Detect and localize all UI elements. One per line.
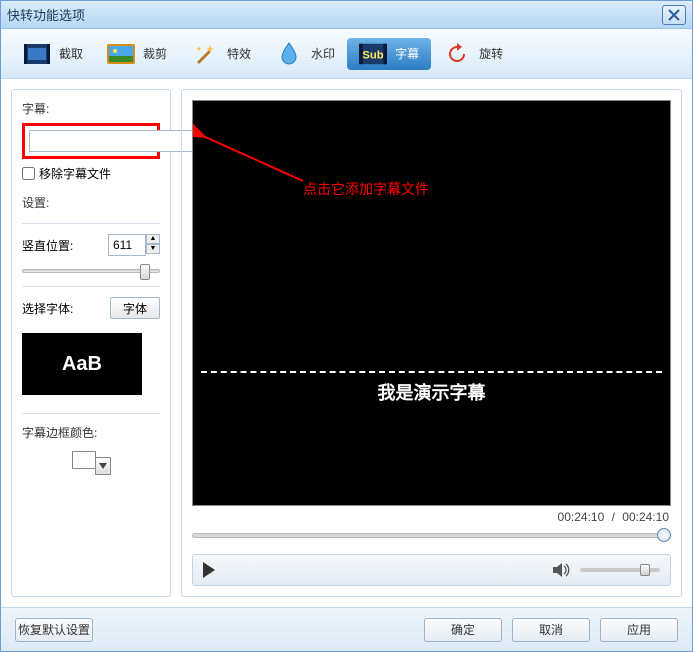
window: 快转功能选项 截取 裁剪 特效 水印 Sub 字幕 旋转: [0, 0, 693, 652]
tab-label: 特效: [227, 45, 251, 62]
film-icon: [23, 42, 51, 66]
titlebar: 快转功能选项: [1, 1, 692, 29]
progress-track: [192, 533, 671, 538]
volume-icon: [552, 562, 570, 578]
footer: 恢复默认设置 确定 取消 应用: [1, 607, 692, 651]
tab-label: 水印: [311, 45, 335, 62]
demo-subtitle: 我是演示字幕: [193, 379, 670, 405]
svg-text:Sub: Sub: [362, 49, 383, 61]
rotate-icon: [443, 42, 471, 66]
font-preview: AaB: [22, 333, 142, 395]
choose-font-label: 选择字体:: [22, 300, 73, 317]
tab-rotate[interactable]: 旋转: [431, 38, 515, 70]
time-separator: /: [612, 510, 615, 524]
volume-slider[interactable]: [580, 563, 660, 577]
vpos-slider[interactable]: [22, 262, 160, 280]
apply-button[interactable]: 应用: [600, 618, 678, 642]
left-panel: 字幕: 移除字幕文件 设置: 竖直位置:: [11, 89, 171, 597]
divider: [22, 286, 160, 287]
image-icon: [107, 42, 135, 66]
tab-label: 字幕: [395, 45, 419, 62]
divider: [22, 223, 160, 224]
border-color-dropdown[interactable]: [95, 457, 111, 475]
remove-subtitle-label: 移除字幕文件: [39, 165, 111, 182]
annotation-text: 点击它添加字幕文件: [303, 179, 429, 199]
vpos-label: 竖直位置:: [22, 237, 73, 254]
toolbar: 截取 裁剪 特效 水印 Sub 字幕 旋转: [1, 29, 692, 79]
subtitle-icon: Sub: [359, 42, 387, 66]
subtitle-label: 字幕:: [22, 100, 160, 117]
tab-label: 裁剪: [143, 45, 167, 62]
time-total: 00:24:10: [622, 510, 669, 524]
subtitle-guideline: [201, 371, 662, 373]
player-bar: [192, 554, 671, 586]
chevron-down-icon: [99, 463, 107, 469]
border-color-swatch[interactable]: [72, 451, 96, 469]
window-title: 快转功能选项: [7, 5, 662, 24]
remove-subtitle-row: 移除字幕文件: [22, 165, 160, 182]
ok-button[interactable]: 确定: [424, 618, 502, 642]
time-display: 00:24:10 / 00:24:10: [192, 506, 671, 526]
play-button[interactable]: [203, 562, 215, 578]
slider-thumb[interactable]: [140, 264, 150, 280]
cancel-button[interactable]: 取消: [512, 618, 590, 642]
subtitle-path-input[interactable]: [29, 130, 194, 152]
progress-thumb[interactable]: [657, 528, 671, 542]
restore-defaults-button[interactable]: 恢复默认设置: [15, 618, 93, 642]
vpos-down-button[interactable]: ▼: [146, 244, 160, 254]
tab-subtitle[interactable]: Sub 字幕: [347, 38, 431, 70]
close-button[interactable]: [662, 5, 686, 25]
progress-slider[interactable]: [192, 528, 671, 544]
vpos-up-button[interactable]: ▲: [146, 234, 160, 244]
settings-label: 设置:: [22, 194, 160, 211]
tab-label: 截取: [59, 45, 83, 62]
close-icon: [668, 9, 680, 21]
highlight-box: [22, 123, 160, 159]
remove-subtitle-checkbox[interactable]: [22, 167, 35, 180]
wand-icon: [191, 42, 219, 66]
video-preview: 点击它添加字幕文件 我是演示字幕: [192, 100, 671, 506]
vpos-spinner: ▲ ▼: [108, 234, 160, 256]
drop-icon: [275, 42, 303, 66]
content: 字幕: 移除字幕文件 设置: 竖直位置:: [1, 79, 692, 607]
right-panel: 点击它添加字幕文件 我是演示字幕 00:24:10 / 00:24:10: [181, 89, 682, 597]
volume-thumb[interactable]: [640, 564, 650, 576]
divider: [22, 413, 160, 414]
tab-effects[interactable]: 特效: [179, 38, 263, 70]
tab-watermark[interactable]: 水印: [263, 38, 347, 70]
tab-capture[interactable]: 截取: [11, 38, 95, 70]
vpos-input[interactable]: [108, 234, 146, 256]
font-button[interactable]: 字体: [110, 297, 160, 319]
time-current: 00:24:10: [558, 510, 605, 524]
tab-label: 旋转: [479, 45, 503, 62]
border-color-label: 字幕边框颜色:: [22, 424, 160, 441]
tab-crop[interactable]: 裁剪: [95, 38, 179, 70]
